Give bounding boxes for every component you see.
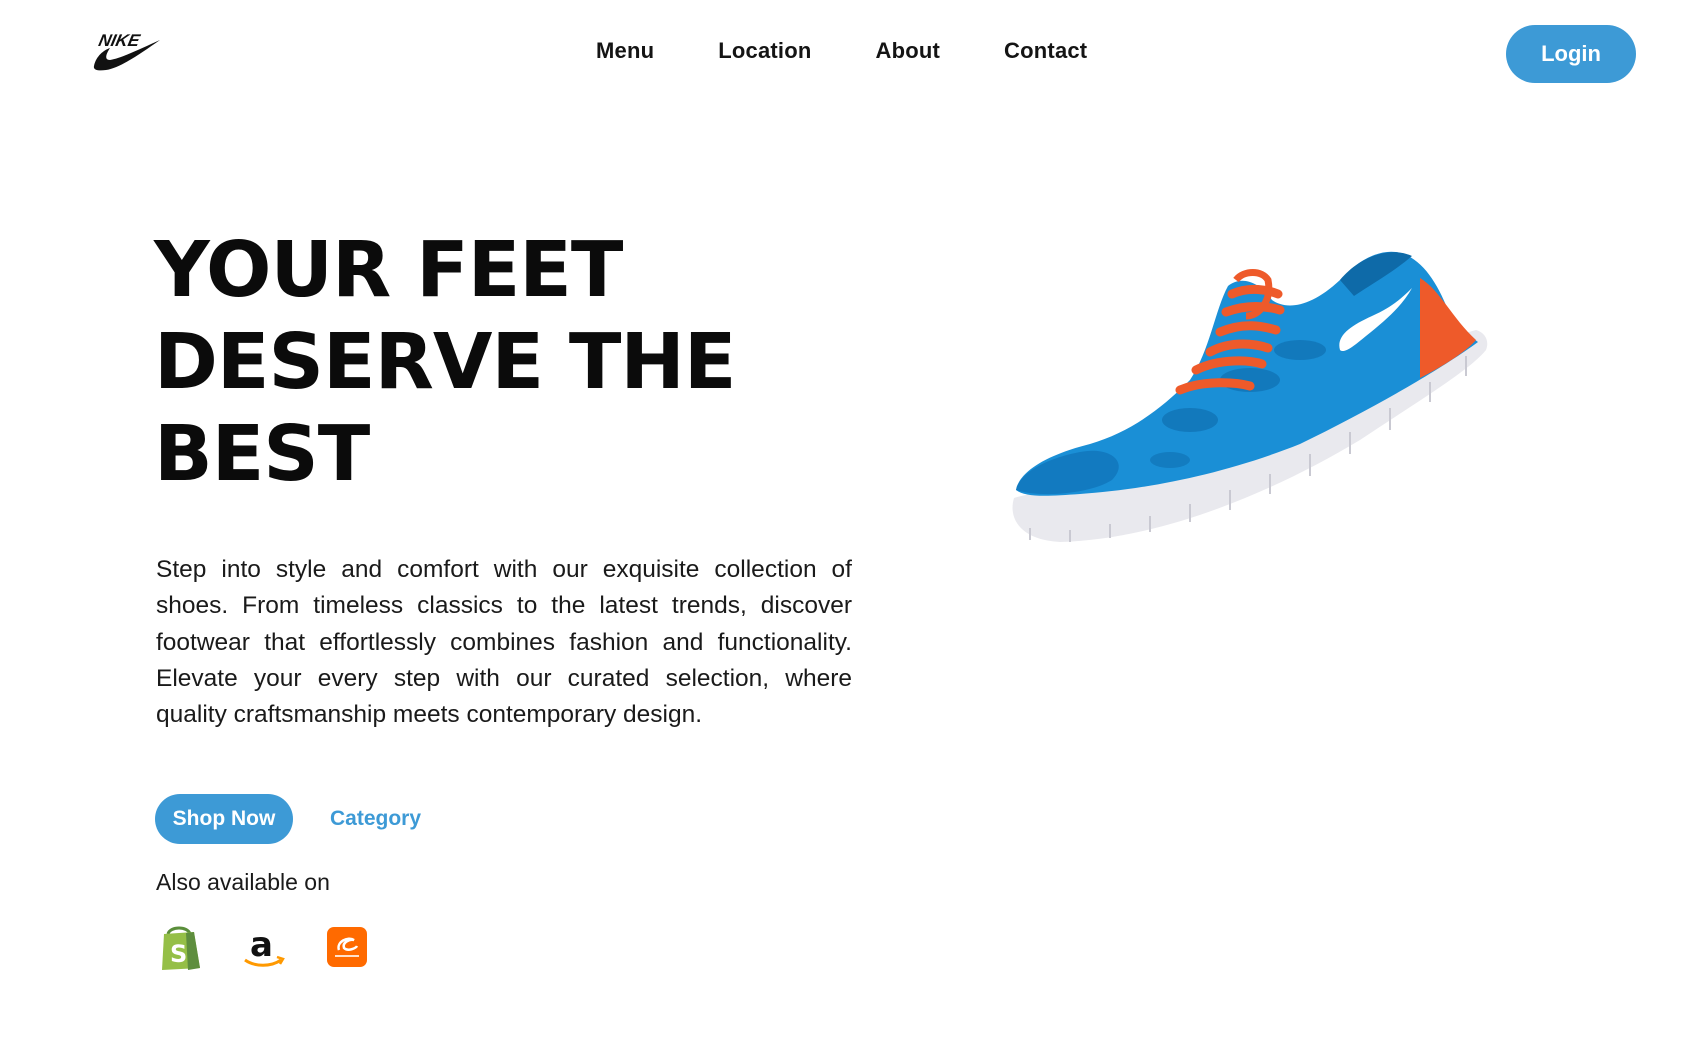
hero-title-line-2: DESERVE THE bbox=[154, 318, 736, 407]
nike-logo[interactable]: NIKE bbox=[92, 26, 162, 72]
hero-description: Step into style and comfort with our exq… bbox=[156, 556, 852, 729]
svg-text:a: a bbox=[250, 925, 273, 965]
nav-item-contact[interactable]: Contact bbox=[1004, 38, 1087, 64]
shopify-link[interactable]: S bbox=[156, 922, 206, 972]
cta-row: Shop Now Category bbox=[155, 794, 421, 844]
store-links: S a bbox=[156, 922, 405, 972]
hero-title: YOUR FEET DESERVE THE BEST bbox=[154, 225, 794, 501]
site-header: NIKE Menu Location About Contact Login bbox=[0, 0, 1703, 110]
product-shoe-image bbox=[1012, 251, 1488, 542]
nav-item-about[interactable]: About bbox=[876, 38, 941, 64]
alibaba-link[interactable] bbox=[322, 922, 372, 972]
hero-title-line-1: YOUR FEET bbox=[154, 226, 623, 315]
available-on-label: Also available on bbox=[156, 869, 330, 895]
svg-text:S: S bbox=[170, 940, 187, 968]
login-button[interactable]: Login bbox=[1506, 25, 1636, 83]
shop-now-button[interactable]: Shop Now bbox=[155, 794, 293, 844]
nav-item-location[interactable]: Location bbox=[718, 38, 811, 64]
logo-wordmark: NIKE bbox=[97, 30, 142, 50]
hero-title-line-3: BEST bbox=[154, 410, 370, 499]
shopify-icon: S bbox=[162, 926, 200, 970]
nav-item-menu[interactable]: Menu bbox=[596, 38, 654, 64]
alibaba-icon bbox=[327, 927, 367, 967]
main-nav: Menu Location About Contact bbox=[596, 38, 1087, 64]
amazon-icon: a bbox=[244, 925, 285, 967]
amazon-link[interactable]: a bbox=[239, 922, 289, 972]
category-link[interactable]: Category bbox=[330, 807, 421, 831]
